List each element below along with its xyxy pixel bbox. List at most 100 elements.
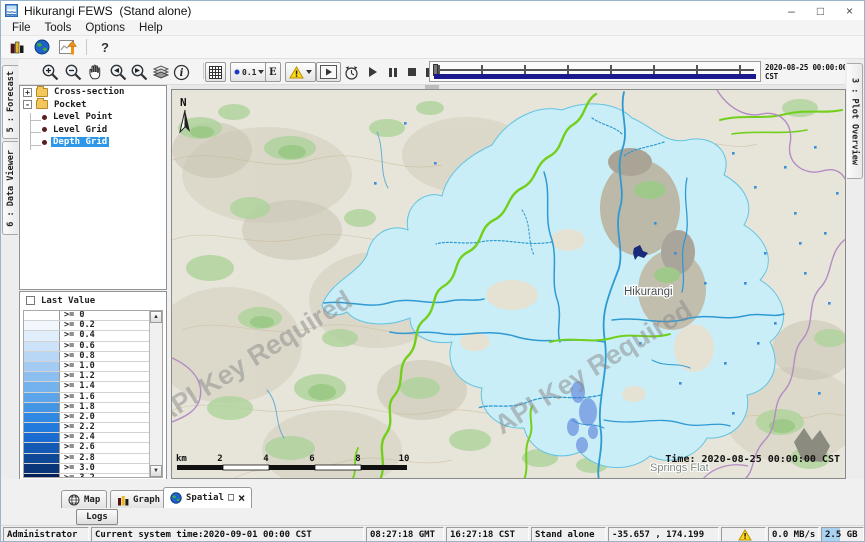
layers-icon[interactable]: [152, 62, 170, 82]
pause-button[interactable]: [389, 62, 397, 82]
tab-spatial-label: Spatial: [186, 493, 224, 503]
tree-item-level-point[interactable]: Level Point: [20, 111, 166, 124]
chevron-down-icon: [306, 70, 312, 74]
animation-settings-icon[interactable]: [343, 62, 360, 82]
legend-row: >= 3.2: [24, 474, 149, 477]
database-viewer-icon[interactable]: [10, 40, 25, 54]
bottom-dock: Map Graph Spatial □ × Logs: [1, 479, 864, 525]
tree-item-label[interactable]: Level Grid: [51, 125, 109, 135]
warning-filter-dropdown[interactable]: [285, 62, 316, 82]
pan-hand-icon[interactable]: [87, 62, 105, 82]
logs-button[interactable]: Logs: [76, 509, 118, 525]
svg-text:2: 2: [217, 454, 222, 464]
chart-upload-icon[interactable]: [59, 40, 78, 55]
svg-text:km: km: [176, 454, 187, 464]
legend-row-label: >= 2.6: [60, 443, 95, 452]
animation-box-button[interactable]: [316, 62, 341, 82]
menu-file[interactable]: File: [5, 22, 38, 34]
tab-spatial[interactable]: Spatial □ ×: [163, 487, 252, 508]
scroll-up-icon[interactable]: ▲: [150, 311, 162, 323]
warning-triangle-icon[interactable]: [738, 529, 752, 541]
globe-explorer-icon[interactable]: [34, 39, 50, 55]
decimal-precision-dropdown[interactable]: 0.1: [230, 62, 268, 82]
legend-row-label: >= 0.4: [60, 331, 95, 340]
menu-tools[interactable]: Tools: [38, 22, 79, 34]
legend-row: >= 1.4: [24, 382, 149, 392]
menu-help[interactable]: Help: [132, 22, 170, 34]
status-coordinates: -35.657 , 174.199: [608, 527, 719, 542]
leaf-bullet-icon: [42, 115, 47, 120]
chevron-down-icon: [258, 70, 264, 74]
tree-item-pocket[interactable]: - Pocket: [20, 99, 166, 112]
status-warnings[interactable]: [721, 527, 766, 542]
info-icon[interactable]: i: [173, 62, 190, 82]
estimate-button[interactable]: E: [265, 62, 281, 82]
tab-plot-overview[interactable]: 3 : Plot Overview: [847, 63, 863, 179]
timeline-slider[interactable]: [429, 61, 761, 82]
tree-expander-icon[interactable]: -: [23, 100, 32, 109]
legend-row-label: >= 1.2: [60, 372, 95, 381]
legend-row-label: >= 0.6: [60, 342, 95, 351]
zoom-previous-icon[interactable]: [109, 62, 128, 82]
svg-text:4: 4: [263, 454, 269, 464]
blue-dot-icon: [234, 69, 240, 75]
tab-close-icon[interactable]: ×: [238, 493, 245, 503]
tree-item-cross-section[interactable]: + Cross-section: [20, 86, 166, 99]
tab-forecast[interactable]: 5 : Forecast: [2, 65, 18, 139]
status-memory: 2.5 GB: [821, 527, 864, 542]
tree-item-level-grid[interactable]: Level Grid: [20, 124, 166, 137]
tree-item-label[interactable]: Level Point: [51, 112, 115, 122]
legend-scrollbar[interactable]: ▲ ▼: [149, 311, 162, 477]
bar-chart-icon: [117, 494, 129, 506]
tree-expander-icon[interactable]: +: [23, 88, 32, 97]
tab-map-label: Map: [84, 495, 100, 505]
legend-color-swatch: [24, 352, 60, 361]
zoom-next-icon[interactable]: [130, 62, 149, 82]
legend-color-swatch: [24, 382, 60, 391]
tree-item-depth-grid[interactable]: Depth Grid: [20, 136, 166, 149]
zoom-out-icon[interactable]: [64, 62, 83, 82]
tab-map[interactable]: Map: [61, 490, 107, 508]
leaf-bullet-icon: [42, 127, 47, 132]
legend-color-swatch: [24, 413, 60, 422]
svg-text:6: 6: [309, 454, 314, 464]
zoom-in-icon[interactable]: [41, 62, 60, 82]
legend-color-swatch: [24, 464, 60, 473]
svg-text:N: N: [180, 96, 187, 109]
legend-row-label: >= 3.2: [60, 474, 95, 477]
app-logo-icon: [5, 4, 18, 17]
legend-title: Last Value: [41, 296, 95, 306]
tab-data-viewer[interactable]: 6 : Data Viewer: [2, 141, 18, 235]
folder-icon: [36, 88, 48, 97]
legend-classbreak-list: >= 0>= 0.2>= 0.4>= 0.6>= 0.8>= 1.0>= 1.2…: [23, 310, 163, 478]
svg-text:10: 10: [399, 454, 410, 464]
status-user: Administrator: [3, 527, 89, 542]
minimize-button[interactable]: –: [777, 1, 806, 20]
status-system-time: Current system time:2020-09-01 00:00 CST: [91, 527, 364, 542]
legend-color-swatch: [24, 443, 60, 452]
legend-row-label: >= 1.6: [60, 393, 95, 402]
stop-button[interactable]: [408, 62, 416, 82]
scroll-down-icon[interactable]: ▼: [150, 465, 162, 477]
help-button[interactable]: ?: [101, 40, 109, 55]
close-button[interactable]: ×: [835, 1, 864, 20]
legend-row-label: >= 0.8: [60, 352, 95, 361]
grid-display-button[interactable]: [205, 62, 226, 82]
tab-graph-label: Graph: [133, 495, 160, 505]
play-button[interactable]: [369, 62, 377, 82]
map-canvas[interactable]: API Key Required API Key Required Hikura…: [171, 89, 846, 479]
tab-graph[interactable]: Graph: [110, 490, 167, 508]
blue-globe-icon: [170, 492, 182, 504]
tree-item-label[interactable]: Depth Grid: [51, 137, 109, 147]
legend-color-swatch: [24, 311, 60, 320]
legend-row-label: >= 1.8: [60, 403, 95, 412]
tab-restore-icon[interactable]: □: [228, 493, 234, 503]
legend-color-swatch: [24, 372, 60, 381]
menu-bar: FileToolsOptionsHelp: [1, 20, 864, 36]
tree-item-label[interactable]: Cross-section: [52, 87, 126, 97]
last-value-checkbox[interactable]: [26, 296, 35, 305]
tree-item-label[interactable]: Pocket: [52, 100, 89, 110]
map-time-label: Time: 2020-08-25 00:00:00 CST: [665, 453, 840, 465]
menu-options[interactable]: Options: [78, 22, 132, 34]
maximize-button[interactable]: □: [806, 1, 835, 20]
